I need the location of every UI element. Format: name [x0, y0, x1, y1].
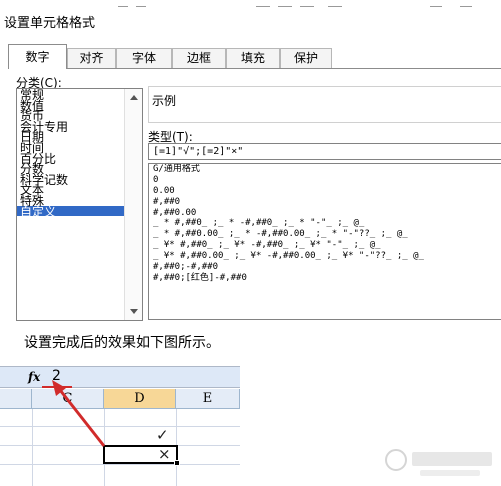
sample-label: 示例: [152, 94, 177, 108]
list-item[interactable]: #,##0.00: [149, 208, 501, 219]
tab-fill[interactable]: 填充: [226, 48, 280, 68]
scroll-down-icon[interactable]: [130, 309, 138, 314]
scroll-up-icon[interactable]: [130, 95, 138, 100]
tab-border[interactable]: 边框: [172, 48, 226, 68]
list-item[interactable]: #,##0;[红色]-#,##0: [149, 273, 501, 284]
list-item[interactable]: 0: [149, 175, 501, 186]
list-item[interactable]: 0.00: [149, 186, 501, 197]
sample-box: [148, 86, 501, 123]
align-icon[interactable]: [278, 0, 292, 7]
category-list[interactable]: 常规 数值 货币 会计专用 日期 时间 百分比 分数 科学记数 文本 特殊 自定…: [16, 88, 143, 321]
merge-icon[interactable]: [328, 0, 342, 7]
list-item[interactable]: #,##0: [149, 197, 501, 208]
list-item[interactable]: _ * #,##0.00_ ;_ * -#,##0.00_ ;_ * "-"??…: [149, 229, 501, 240]
dialog-title: 设置单元格格式: [4, 16, 96, 31]
format-icon[interactable]: [460, 0, 472, 7]
list-item[interactable]: G/通用格式: [149, 164, 501, 175]
caption-text: 设置完成后的效果如下图所示。: [24, 335, 220, 351]
category-item-custom[interactable]: 自定义: [17, 205, 124, 217]
toolbar-button[interactable]: [136, 0, 146, 7]
tab-number[interactable]: 数字: [8, 44, 67, 69]
align-icon[interactable]: [300, 0, 314, 7]
watermark-logo-icon: [385, 449, 492, 476]
format-icon[interactable]: [430, 0, 442, 7]
tab-divider: [8, 68, 501, 69]
category-scrollbar[interactable]: [124, 89, 142, 320]
list-item[interactable]: _ ¥* #,##0_ ;_ ¥* -#,##0_ ;_ ¥* "-"_ ;_ …: [149, 240, 501, 251]
toolbar-sliver: [0, 0, 501, 9]
list-item[interactable]: #,##0;-#,##0: [149, 262, 501, 273]
align-icon[interactable]: [256, 0, 270, 7]
tab-font[interactable]: 字体: [116, 48, 172, 68]
list-item[interactable]: _ ¥* #,##0.00_ ;_ ¥* -#,##0.00_ ;_ ¥* "-…: [149, 251, 501, 262]
tab-protection[interactable]: 保护: [280, 48, 332, 68]
format-list[interactable]: G/通用格式 0 0.00 #,##0 #,##0.00 _ * #,##0_ …: [148, 163, 501, 320]
toolbar-button[interactable]: [118, 0, 128, 7]
tab-alignment[interactable]: 对齐: [67, 48, 116, 68]
list-item[interactable]: _ * #,##0_ ;_ * -#,##0_ ;_ * "-"_ ;_ @_: [149, 218, 501, 229]
annotation-arrow-icon: [52, 380, 106, 447]
type-input[interactable]: [=1]"√";[=2]"×": [148, 143, 501, 160]
